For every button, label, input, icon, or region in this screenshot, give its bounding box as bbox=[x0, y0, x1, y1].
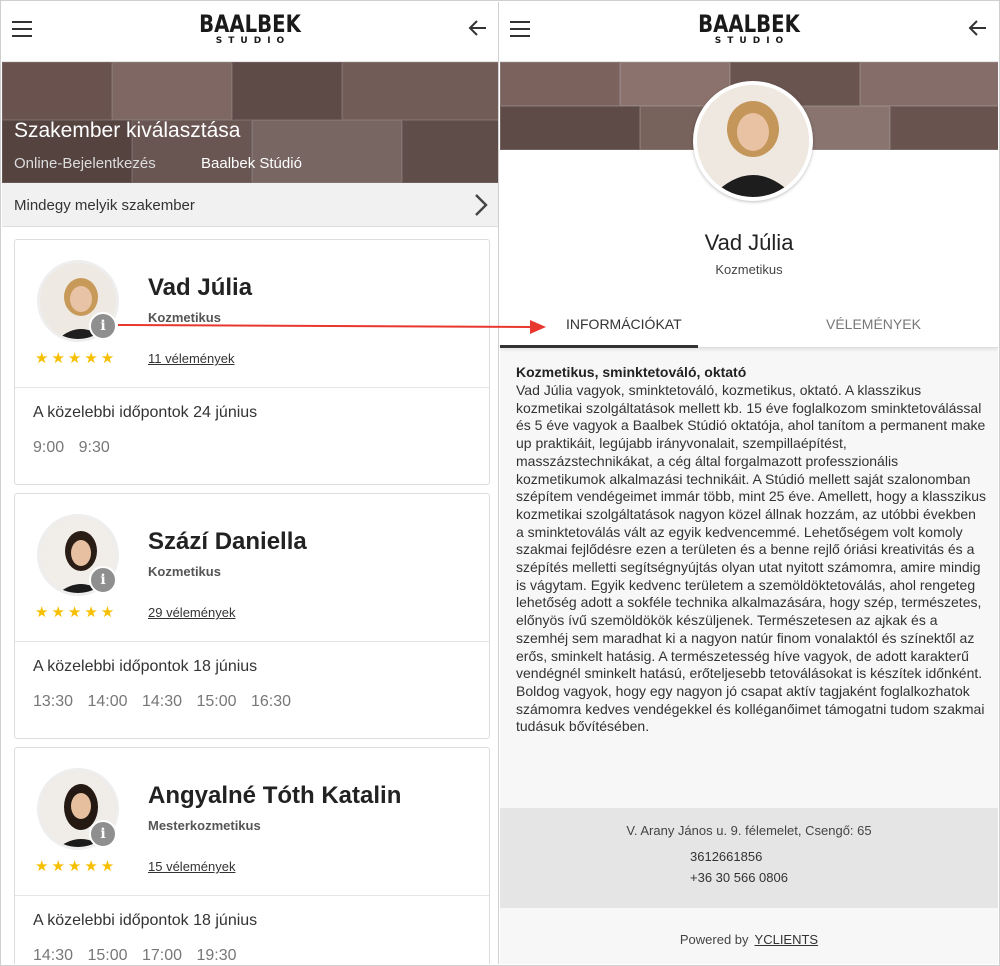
address: V. Arany János u. 9. félemelet, Csengő: … bbox=[626, 823, 872, 838]
bio-text: Vad Júlia vagyok, sminktetováló, kozmeti… bbox=[516, 382, 986, 735]
time-slot[interactable]: 9:00 bbox=[33, 439, 64, 456]
time-slot[interactable]: 14:30 bbox=[142, 693, 182, 710]
info-icon[interactable]: i bbox=[89, 820, 117, 848]
profile-avatar bbox=[693, 81, 813, 201]
time-slots: 13:30 14:00 14:30 15:00 16:30 bbox=[33, 693, 301, 711]
top-bar: BAALBEK STUDIO bbox=[2, 2, 498, 62]
powered-by: Powered by YCLIENTS bbox=[500, 932, 998, 947]
time-slot[interactable]: 16:30 bbox=[251, 693, 291, 710]
next-available: A közelebbi időpontok 24 június bbox=[33, 404, 258, 421]
phone-number[interactable]: 3612661856 bbox=[690, 849, 762, 864]
breadcrumb-studio[interactable]: Baalbek Stúdió bbox=[201, 155, 302, 172]
tab-information[interactable]: INFORMÁCIÓKAT bbox=[566, 316, 682, 332]
specialist-role: Kozmetikus bbox=[148, 564, 221, 579]
back-arrow-icon[interactable] bbox=[966, 16, 990, 40]
specialist-role: Kozmetikus bbox=[148, 310, 221, 325]
active-tab-indicator bbox=[500, 345, 698, 348]
yclients-link[interactable]: YCLIENTS bbox=[755, 932, 819, 947]
tab-reviews[interactable]: VÉLEMÉNYEK bbox=[826, 316, 921, 332]
specialist-role: Mesterkozmetikus bbox=[148, 818, 261, 833]
reviews-link[interactable]: 29 vélemények bbox=[148, 605, 235, 620]
specialist-card[interactable]: i Angyalné Tóth Katalin Mesterkozmetikus… bbox=[14, 747, 490, 964]
next-available: A közelebbi időpontok 18 június bbox=[33, 658, 258, 675]
top-bar: BAALBEK STUDIO bbox=[500, 2, 998, 62]
hero-banner: Szakember kiválasztása Online-Bejelentke… bbox=[2, 62, 498, 183]
specialist-card[interactable]: i Vad Júlia Kozmetikus ★★★★★ 11 vélemény… bbox=[14, 239, 490, 485]
time-slot[interactable]: 19:30 bbox=[197, 947, 237, 964]
time-slot[interactable]: 14:30 bbox=[33, 947, 73, 964]
next-available: A közelebbi időpontok 18 június bbox=[33, 912, 258, 929]
powered-by-label: Powered by bbox=[679, 932, 749, 947]
logo-main-text: BAALBEK bbox=[698, 10, 800, 38]
specialist-name[interactable]: Szází Daniella bbox=[148, 528, 307, 556]
contact-box: V. Arany János u. 9. félemelet, Csengő: … bbox=[500, 808, 998, 908]
time-slot[interactable]: 14:00 bbox=[88, 693, 128, 710]
info-icon[interactable]: i bbox=[89, 566, 117, 594]
menu-icon[interactable] bbox=[12, 21, 32, 37]
divider bbox=[15, 641, 489, 642]
time-slot[interactable]: 9:30 bbox=[79, 439, 110, 456]
profile-tabs: INFORMÁCIÓKAT VÉLEMÉNYEK bbox=[500, 302, 998, 348]
breadcrumb-online-booking[interactable]: Online-Bejelentkezés bbox=[14, 155, 156, 172]
reviews-link[interactable]: 15 vélemények bbox=[148, 859, 235, 874]
time-slot[interactable]: 17:00 bbox=[142, 947, 182, 964]
chevron-right-icon bbox=[475, 194, 488, 216]
info-icon[interactable]: i bbox=[89, 312, 117, 340]
time-slot[interactable]: 15:00 bbox=[88, 947, 128, 964]
phone-number[interactable]: +36 30 566 0806 bbox=[690, 870, 788, 885]
time-slots: 14:30 15:00 17:00 19:30 bbox=[33, 947, 247, 964]
profile-role: Kozmetikus bbox=[715, 262, 783, 277]
star-rating: ★★★★★ bbox=[35, 350, 118, 367]
right-panel-specialist-profile: BAALBEK STUDIO Vad Júlia Kozmetikus INFO… bbox=[500, 2, 998, 964]
logo[interactable]: BAALBEK STUDIO bbox=[188, 12, 312, 46]
logo-main-text: BAALBEK bbox=[199, 10, 301, 38]
time-slot[interactable]: 15:00 bbox=[197, 693, 237, 710]
star-rating: ★★★★★ bbox=[35, 604, 118, 621]
time-slots: 9:00 9:30 bbox=[33, 439, 120, 457]
reviews-link[interactable]: 11 vélemények bbox=[148, 351, 234, 366]
star-rating: ★★★★★ bbox=[35, 858, 118, 875]
bio-title: Kozmetikus, sminktetováló, oktató bbox=[516, 364, 747, 380]
specialist-card[interactable]: i Szází Daniella Kozmetikus ★★★★★ 29 vél… bbox=[14, 493, 490, 739]
logo[interactable]: BAALBEK STUDIO bbox=[687, 12, 811, 46]
divider bbox=[15, 895, 489, 896]
time-slot[interactable]: 13:30 bbox=[33, 693, 73, 710]
left-panel-specialist-list: BAALBEK STUDIO Szakember kiválasztása On… bbox=[2, 2, 499, 964]
divider bbox=[15, 387, 489, 388]
any-specialist-label: Mindegy melyik szakember bbox=[14, 197, 195, 214]
page-title: Szakember kiválasztása bbox=[14, 119, 241, 142]
specialist-name[interactable]: Angyalné Tóth Katalin bbox=[148, 782, 401, 810]
specialist-name[interactable]: Vad Júlia bbox=[148, 274, 252, 302]
back-arrow-icon[interactable] bbox=[466, 16, 490, 40]
any-specialist-row[interactable]: Mindegy melyik szakember bbox=[2, 183, 498, 227]
profile-name: Vad Júlia bbox=[704, 230, 794, 255]
menu-icon[interactable] bbox=[510, 21, 530, 37]
